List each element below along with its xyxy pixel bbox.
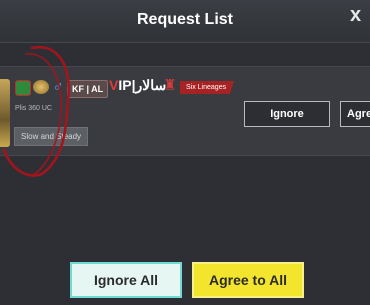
request-row: ♂ KF | AL VIP|ساﻻر ♜ Six Lineages Plis 3… [0, 66, 370, 156]
lineage-icon: ♜ [163, 77, 177, 94]
dialog-title: Request List [136, 11, 233, 28]
male-gender-icon: ♂ [52, 78, 64, 95]
player-name-rest: IP|ساﻻر [118, 77, 167, 93]
dialog-header: Request List x [0, 0, 370, 43]
ignore-button[interactable]: Ignore [244, 101, 330, 127]
ignore-all-button[interactable]: Ignore All [70, 262, 182, 298]
agree-all-button[interactable]: Agree to All [192, 262, 304, 298]
lineage-badge: Six Lineages [180, 81, 235, 94]
player-name[interactable]: VIP|ساﻻر [109, 77, 166, 94]
agree-button[interactable]: Agree [340, 101, 370, 127]
status-text: Plis 360 UC [15, 105, 52, 112]
player-name-prefix: V [109, 77, 119, 93]
signature-label: Slow and Steady [14, 127, 89, 146]
flag-badge-icon [15, 80, 31, 96]
close-icon[interactable]: x [350, 2, 370, 32]
clan-tag: KF | AL [67, 80, 109, 98]
avatar[interactable] [0, 79, 10, 147]
rank-emblem-icon [33, 80, 49, 94]
